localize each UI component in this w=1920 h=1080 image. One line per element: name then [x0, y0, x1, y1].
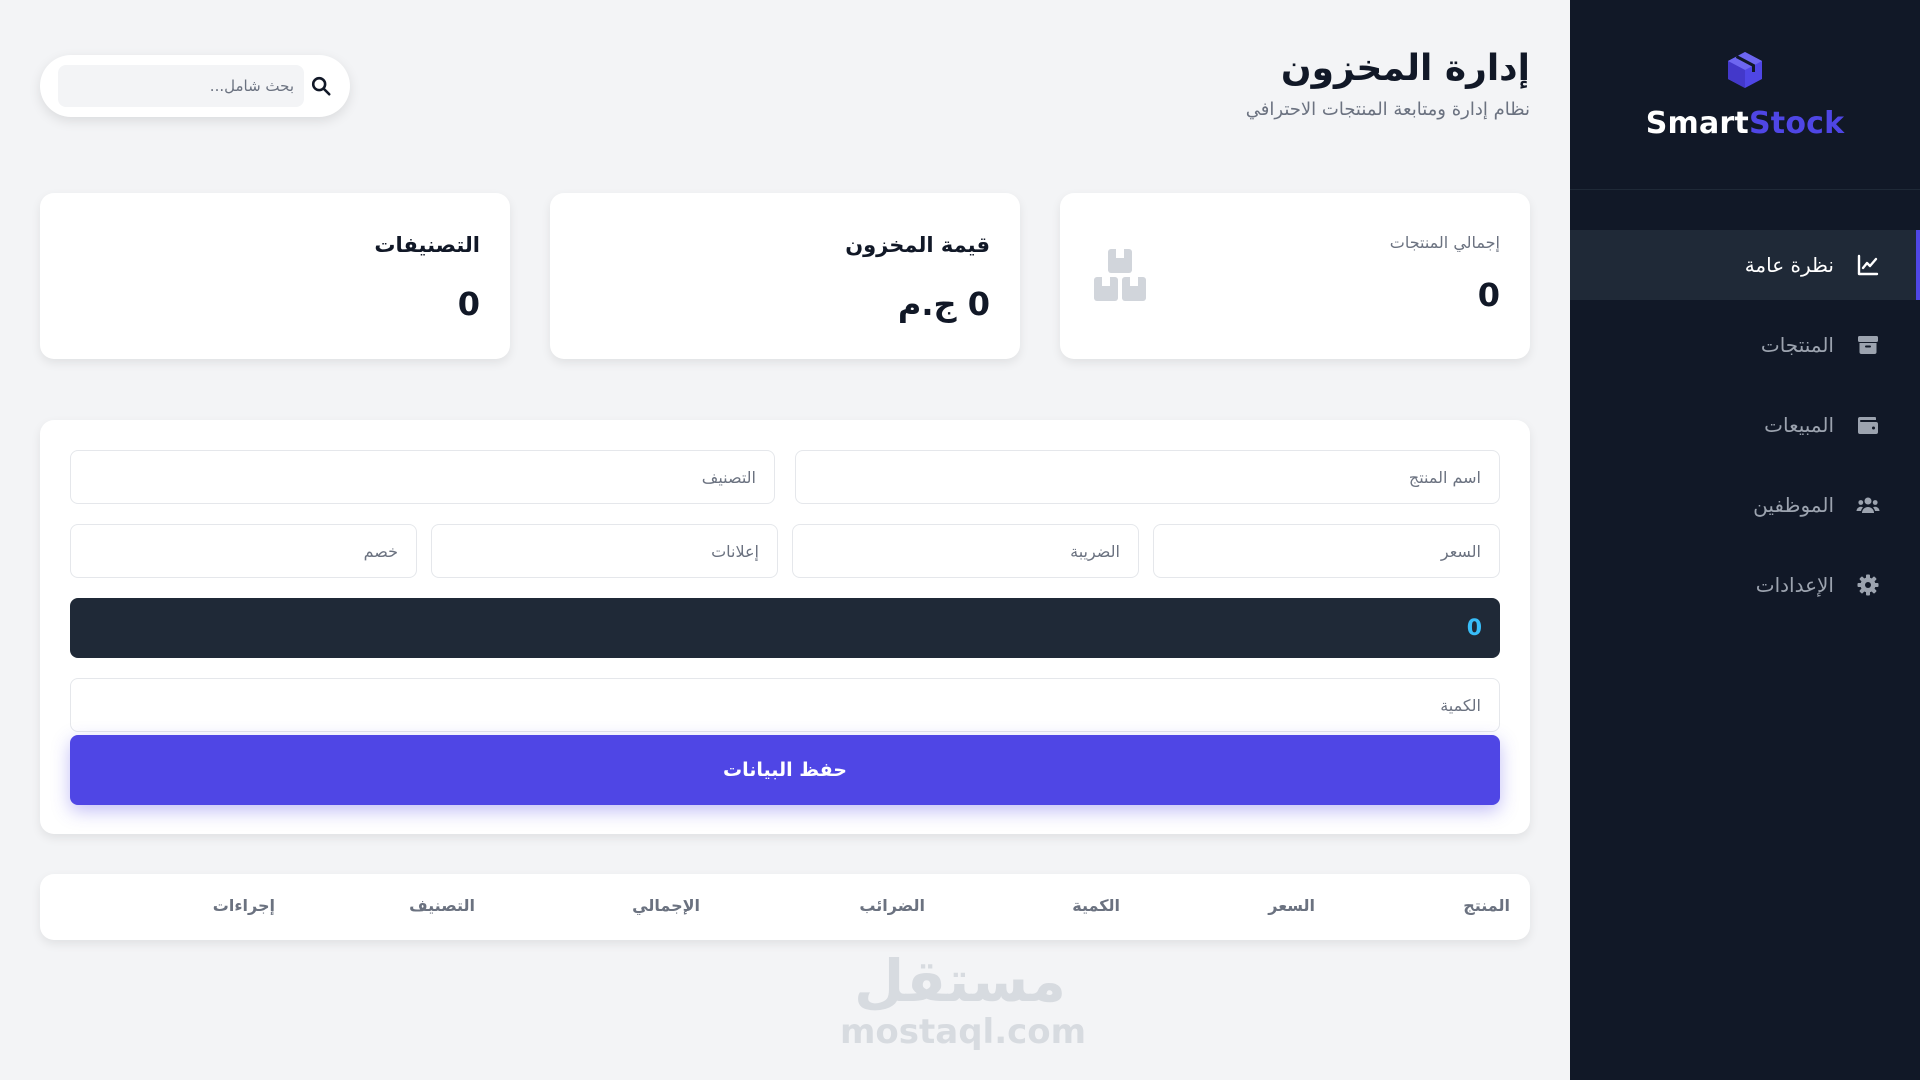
stat-label: قيمة المخزون — [845, 233, 990, 257]
price-input[interactable] — [1153, 524, 1500, 578]
search-box — [40, 55, 350, 117]
ads-input[interactable] — [431, 524, 778, 578]
brand: SmartStock — [1570, 0, 1920, 190]
stats-cards: إجمالي المنتجات 0 قيمة المخزون 0 ج.م الت… — [40, 193, 1530, 359]
search-icon[interactable] — [310, 75, 332, 97]
gear-icon — [1856, 573, 1880, 597]
table-header-price: السعر — [1268, 896, 1315, 915]
sidebar-item-label: نظرة عامة — [1744, 253, 1834, 277]
brand-name-smart: Smart — [1645, 106, 1749, 141]
chart-line-icon — [1856, 253, 1880, 277]
sidebar-item-label: الإعدادات — [1755, 573, 1834, 597]
watermark-arabic: مستقل — [853, 947, 1067, 1015]
page-header: إدارة المخزون نظام إدارة ومتابعة المنتجا… — [1246, 48, 1530, 120]
sidebar-item-overview[interactable]: نظرة عامة — [1570, 230, 1920, 300]
stat-value: 0 — [457, 285, 480, 323]
users-icon — [1856, 493, 1880, 517]
sidebar-item-label: الموظفين — [1753, 493, 1834, 517]
boxes-icon — [1094, 249, 1146, 301]
brand-name: SmartStock — [1646, 106, 1845, 141]
stat-label: التصنيفات — [374, 233, 480, 257]
stat-card-stock-value: قيمة المخزون 0 ج.م — [550, 193, 1020, 359]
stat-card-total-products: إجمالي المنتجات 0 — [1060, 193, 1530, 359]
main-content: إدارة المخزون نظام إدارة ومتابعة المنتجا… — [0, 0, 1570, 1080]
save-button[interactable]: حفظ البيانات — [70, 735, 1500, 805]
sidebar-item-label: المبيعات — [1764, 413, 1834, 437]
form-row-1 — [70, 450, 1500, 504]
sidebar-item-sales[interactable]: المبيعات — [1570, 390, 1920, 460]
table-header-product: المنتج — [1463, 896, 1510, 915]
sidebar-item-products[interactable]: المنتجات — [1570, 310, 1920, 380]
table-header-quantity: الكمية — [1072, 896, 1120, 915]
watermark-latin: mostaql.com — [840, 1012, 1087, 1052]
table-header-total: الإجمالي — [632, 896, 700, 915]
total-display: 0 — [70, 598, 1500, 658]
page-title: إدارة المخزون — [1280, 48, 1530, 89]
search-input[interactable] — [58, 65, 304, 107]
discount-input[interactable] — [70, 524, 417, 578]
form-row-2 — [70, 524, 1500, 578]
tax-input[interactable] — [792, 524, 1139, 578]
sidebar: SmartStock نظرة عامة المنتجات المبيعات ا… — [1570, 0, 1920, 1080]
quantity-input[interactable] — [70, 678, 1500, 732]
table-header-taxes: الضرائب — [859, 896, 925, 915]
stat-card-categories: التصنيفات 0 — [40, 193, 510, 359]
page-subtitle: نظام إدارة ومتابعة المنتجات الاحترافي — [1245, 99, 1530, 120]
stat-label: إجمالي المنتجات — [1389, 233, 1500, 252]
total-value: 0 — [1466, 615, 1482, 641]
sidebar-item-settings[interactable]: الإعدادات — [1570, 550, 1920, 620]
sidebar-nav: نظرة عامة المنتجات المبيعات الموظفين الإ… — [1570, 230, 1920, 620]
cube-logo-icon — [1728, 52, 1762, 88]
wallet-icon — [1856, 413, 1880, 437]
stat-value: 0 ج.م — [897, 285, 990, 323]
brand-name-stock: Stock — [1748, 106, 1845, 141]
sidebar-item-label: المنتجات — [1760, 333, 1834, 357]
category-input[interactable] — [70, 450, 775, 504]
watermark: مستقل mostaql.com — [840, 947, 1087, 1052]
product-form: 0 حفظ البيانات — [40, 420, 1530, 834]
table-header-category: التصنيف — [409, 896, 475, 915]
products-table: المنتج السعر الكمية الضرائب الإجمالي الت… — [40, 874, 1530, 940]
product-name-input[interactable] — [795, 450, 1500, 504]
box-icon — [1856, 333, 1880, 357]
stat-value: 0 — [1477, 276, 1500, 314]
sidebar-item-employees[interactable]: الموظفين — [1570, 470, 1920, 540]
table-header-actions: إجراءات — [212, 896, 275, 915]
